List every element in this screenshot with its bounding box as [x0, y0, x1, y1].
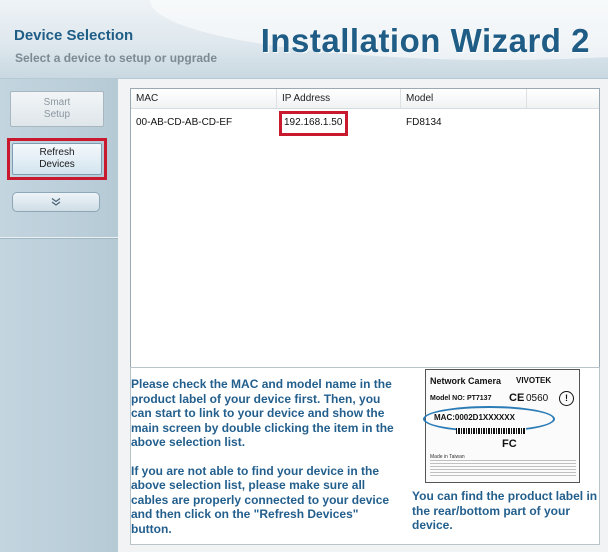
cert-number: 0560: [526, 393, 549, 404]
cell-mac: 00-AB-CD-AB-CD-EF: [136, 117, 233, 128]
device-list[interactable]: MAC IP Address Model 00-AB-CD-AB-CD-EF 1…: [130, 88, 600, 372]
table-row[interactable]: 00-AB-CD-AB-CD-EF 192.168.1.50 FD8134: [131, 115, 599, 131]
refresh-devices-button[interactable]: Refresh Devices: [12, 143, 102, 175]
expand-button[interactable]: [12, 192, 100, 212]
device-list-header: MAC IP Address Model: [131, 89, 599, 109]
chevron-double-down-icon: [51, 198, 61, 206]
brand-logo: VIVOTEK: [516, 376, 552, 385]
section-subtitle: Select a device to setup or upgrade: [15, 51, 218, 65]
cell-model: FD8134: [406, 117, 442, 128]
instructions-paragraph-2: If you are not able to find your device …: [131, 463, 390, 536]
column-header-mac[interactable]: MAC: [131, 89, 277, 108]
instructions: Please check the MAC and model name in t…: [131, 377, 401, 550]
column-header-ip[interactable]: IP Address: [277, 89, 401, 108]
instructions-paragraph-1: Please check the MAC and model name in t…: [131, 377, 394, 449]
fc-mark-icon: FC: [502, 438, 517, 450]
fine-print: [430, 460, 576, 478]
label-mac: MAC:0002D1XXXXXX: [434, 413, 515, 422]
ce-mark-icon: CE: [509, 392, 525, 404]
column-header-model[interactable]: Model: [401, 89, 527, 108]
wizard-title: Installation Wizard 2: [260, 22, 590, 59]
label-model: Model NO: PT7137: [430, 395, 492, 402]
main-panel: MAC IP Address Model 00-AB-CD-AB-CD-EF 1…: [118, 79, 608, 552]
alert-icon: !: [559, 391, 574, 406]
refresh-devices-label: Refresh Devices: [39, 147, 75, 170]
smart-setup-label: Smart Setup: [43, 97, 71, 120]
barcode: [456, 428, 526, 434]
sidebar: Smart Setup Refresh Devices: [0, 79, 118, 552]
smart-setup-button[interactable]: Smart Setup: [10, 91, 104, 127]
ip-highlight-box: [279, 111, 348, 136]
header-banner: Device Selection Select a device to setu…: [0, 0, 608, 79]
label-caption: You can find the product label in the re…: [412, 489, 598, 532]
product-label-image: Network Camera VIVOTEK Model NO: PT7137 …: [423, 369, 580, 483]
sidebar-divider: [0, 237, 118, 239]
label-title: Network Camera: [430, 376, 502, 386]
section-title: Device Selection: [14, 27, 134, 44]
